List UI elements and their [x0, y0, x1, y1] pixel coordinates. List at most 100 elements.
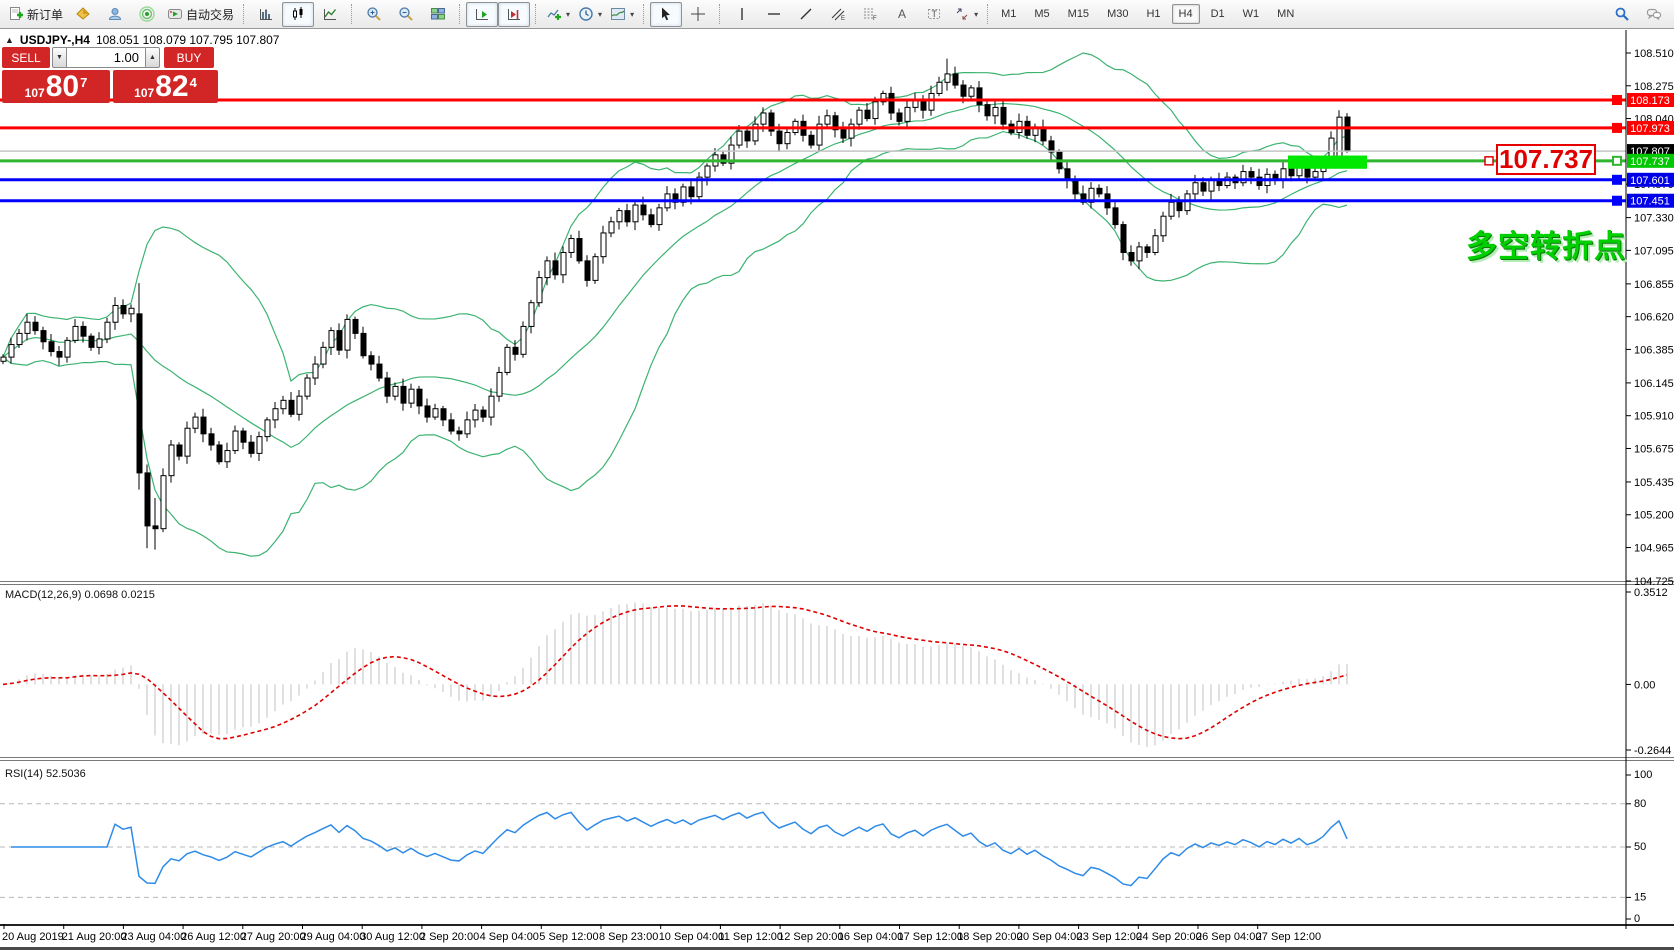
candle-body — [249, 442, 254, 453]
new-order-button[interactable]: 新订单 — [4, 2, 67, 27]
timeframe-m30[interactable]: M30 — [1100, 4, 1135, 24]
candle-body — [393, 386, 398, 396]
timeframe-mn[interactable]: MN — [1270, 4, 1301, 24]
chart-title: ▲ USDJPY-,H4 108.051 108.079 107.795 107… — [5, 33, 279, 47]
community-button[interactable] — [99, 2, 131, 27]
chart-surface[interactable]: 108.510108.275108.040107.570107.330107.0… — [0, 30, 1674, 950]
candle-body — [297, 396, 302, 414]
timeframe-w1[interactable]: W1 — [1236, 4, 1267, 24]
buy-button[interactable]: BUY — [164, 47, 214, 68]
line-anchor-marker[interactable] — [1613, 157, 1621, 165]
chart-canvas[interactable]: 108.510108.275108.040107.570107.330107.0… — [0, 30, 1674, 950]
vertical-line-button[interactable] — [726, 2, 758, 27]
price-tick-label: 105.435 — [1634, 477, 1674, 489]
volume-decrease-button[interactable]: ▼ — [52, 47, 67, 68]
candle-body — [305, 378, 310, 396]
templates-button[interactable]: ▾ — [606, 2, 638, 27]
timeframe-h1[interactable]: H1 — [1139, 4, 1167, 24]
dropdown-arrow: ▾ — [974, 10, 978, 19]
text-button[interactable]: A — [886, 2, 918, 27]
sell-button[interactable]: SELL — [2, 47, 50, 68]
crosshair-button[interactable] — [682, 2, 714, 27]
trendline-button[interactable] — [790, 2, 822, 27]
candle-body — [145, 473, 150, 526]
auto-scroll-button[interactable] — [466, 2, 498, 27]
date-label: 10 Sep 04:00 — [659, 931, 724, 943]
candle-body — [329, 331, 334, 348]
timeframe-m15[interactable]: M15 — [1061, 4, 1096, 24]
volume-input[interactable]: 1.00 — [67, 47, 145, 68]
date-label: 18 Sep 20:00 — [957, 931, 1022, 943]
buy-price-button[interactable]: 107 82 4 — [113, 70, 218, 103]
price-badge-label: 108.173 — [1630, 95, 1670, 107]
candle-body — [1289, 169, 1294, 176]
horizontal-line-button[interactable] — [758, 2, 790, 27]
zoom-out-button[interactable] — [390, 2, 422, 27]
arrows-button[interactable]: ▾ — [950, 2, 982, 27]
candlestick-chart-button[interactable] — [282, 2, 314, 27]
zoom-in-button[interactable] — [358, 2, 390, 27]
candle-body — [425, 406, 430, 417]
price-callout-box[interactable]: 107.737 — [1496, 144, 1596, 175]
candle-body — [1201, 183, 1206, 191]
line-anchor-marker[interactable] — [1613, 96, 1621, 104]
fibonacci-button[interactable]: F — [854, 2, 886, 27]
date-label: 23 Aug 04:00 — [121, 931, 186, 943]
candle-body — [217, 445, 222, 462]
date-label: 11 Sep 12:00 — [718, 931, 783, 943]
bar-chart-button[interactable] — [250, 2, 282, 27]
text-label-button[interactable]: T — [918, 2, 950, 27]
pane-separator — [0, 581, 1674, 582]
price-tick-label: 107.330 — [1634, 213, 1674, 225]
candle-body — [1153, 236, 1158, 253]
chinese-annotation[interactable]: 多空转折点 — [1466, 221, 1626, 266]
tile-windows-button[interactable] — [422, 2, 454, 27]
toolbar-separator — [643, 4, 645, 24]
autotrading-label: 自动交易 — [186, 6, 234, 23]
candle-body — [25, 322, 30, 333]
candle-body — [1345, 117, 1350, 151]
chat-button[interactable] — [1638, 2, 1670, 27]
candle-body — [1065, 169, 1070, 180]
candle-body — [177, 445, 182, 456]
search-button[interactable] — [1606, 2, 1638, 27]
candle-body — [449, 420, 454, 431]
line-anchor-marker[interactable] — [1485, 157, 1493, 165]
dropdown-arrow: ▾ — [630, 10, 634, 19]
collapse-quote-panel-icon[interactable]: ▲ — [5, 35, 14, 45]
timeframe-d1[interactable]: D1 — [1204, 4, 1232, 24]
indicators-button[interactable]: ▾ — [542, 2, 574, 27]
equidistant-channel-button[interactable]: E — [822, 2, 854, 27]
highlight-rectangle[interactable] — [1288, 156, 1367, 169]
candle-body — [961, 85, 966, 96]
market-button[interactable] — [67, 2, 99, 27]
date-label: 20 Sep 04:00 — [1017, 931, 1082, 943]
candle-body — [633, 205, 638, 222]
macd-axis-label: -0.2644 — [1634, 745, 1671, 757]
text-icon: A — [894, 6, 910, 22]
signals-button[interactable] — [131, 2, 163, 27]
line-chart-button[interactable] — [314, 2, 346, 27]
cursor-button[interactable] — [650, 2, 682, 27]
candle-body — [617, 211, 622, 222]
candle-body — [601, 233, 606, 257]
timeframe-m1[interactable]: M1 — [994, 4, 1023, 24]
equidistant-channel-icon: E — [830, 6, 846, 22]
line-anchor-marker[interactable] — [1613, 176, 1621, 184]
line-anchor-marker[interactable] — [1613, 197, 1621, 205]
volume-increase-button[interactable]: ▲ — [145, 47, 160, 68]
date-label: 23 Sep 12:00 — [1077, 931, 1142, 943]
chart-shift-button[interactable] — [498, 2, 530, 27]
timeframe-m5[interactable]: M5 — [1027, 4, 1056, 24]
date-label: 4 Sep 04:00 — [480, 931, 539, 943]
periods-button[interactable]: ▾ — [574, 2, 606, 27]
sell-price-button[interactable]: 107 80 7 — [2, 70, 110, 103]
date-label: 27 Aug 20:00 — [241, 931, 306, 943]
fibonacci-icon: F — [862, 6, 878, 22]
price-tick-label: 105.200 — [1634, 510, 1674, 522]
timeframe-h4[interactable]: H4 — [1172, 4, 1200, 24]
line-anchor-marker[interactable] — [1613, 124, 1621, 132]
autotrading-button[interactable]: 自动交易 — [163, 2, 238, 27]
date-label: 24 Sep 20:00 — [1136, 931, 1201, 943]
candle-body — [81, 326, 86, 336]
